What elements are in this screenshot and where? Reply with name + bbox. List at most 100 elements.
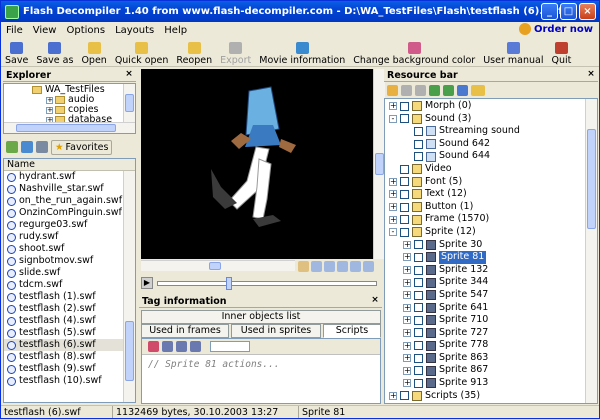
order-now-link[interactable]: Order now [518,23,593,35]
expand-icon[interactable]: + [403,316,411,325]
expand-icon[interactable]: + [403,379,411,388]
expand-icon[interactable]: + [403,354,411,363]
resource-item[interactable]: + Sprite 867 [385,364,597,377]
movie-preview[interactable] [141,69,373,259]
expand-icon[interactable]: + [403,253,411,262]
maximize-button[interactable]: □ [560,3,577,20]
resource-checkbox[interactable] [414,240,423,250]
hand-tool-icon[interactable] [298,260,309,272]
resource-item[interactable]: Streaming sound [385,125,597,138]
resource-tool-3-icon[interactable] [415,84,426,96]
menu-layouts[interactable]: Layouts [110,25,159,36]
save-as-button[interactable]: Save as [32,42,77,66]
expand-icon[interactable]: + [46,106,53,114]
menu-file[interactable]: File [1,25,28,36]
resource-item[interactable]: + Sprite 863 [385,352,597,365]
file-list-item[interactable]: testflash (6).swf [4,339,135,351]
file-list-item[interactable]: testflash (1).swf [4,291,135,303]
resource-checkbox[interactable] [414,328,423,338]
file-list-item[interactable]: testflash (10).swf [4,375,135,387]
expand-icon[interactable]: + [403,240,411,249]
expand-icon[interactable]: + [46,96,53,104]
expand-icon[interactable]: + [389,190,397,199]
favorites-button[interactable]: ★ Favorites [51,139,113,155]
expand-icon[interactable]: + [389,177,397,186]
resource-item[interactable]: + Morph (0) [385,100,597,113]
resource-item[interactable]: + Sprite 778 [385,339,597,352]
resource-item[interactable]: + Sprite 132 [385,264,597,277]
file-list-item[interactable]: slide.swf [4,267,135,279]
timeline-slider[interactable] [157,276,377,290]
script-text[interactable]: // Sprite 81 actions... [142,355,380,374]
resource-checkbox[interactable] [414,265,423,275]
resource-checkbox[interactable] [414,353,423,363]
resource-item[interactable]: + Sprite 81 [385,251,597,264]
resource-checkbox[interactable] [414,139,423,149]
tab-used-in-sprites[interactable]: Used in sprites [231,324,321,338]
save-button[interactable]: Save [1,42,32,66]
resource-item[interactable]: + Sprite 344 [385,276,597,289]
resource-checkbox[interactable] [400,189,409,199]
file-list-item[interactable]: testflash (8).swf [4,351,135,363]
refresh-icon[interactable] [21,141,33,153]
resource-item[interactable]: + Scripts (35) [385,390,597,403]
resource-item[interactable]: + Sprite 727 [385,327,597,340]
resource-checkbox[interactable] [400,391,409,401]
expand-icon[interactable]: + [403,366,411,375]
preview-hscrollbar[interactable] [141,260,295,271]
tree-scrollbar[interactable] [123,84,135,123]
file-list-item[interactable]: shoot.swf [4,243,135,255]
expand-icon[interactable]: + [389,102,397,111]
file-list-scrollbar[interactable] [123,171,135,402]
open-button[interactable]: Open [77,42,110,66]
resource-scrollbar[interactable] [585,99,597,403]
expand-icon[interactable]: + [403,328,411,337]
expand-icon[interactable]: + [389,391,397,400]
minimize-button[interactable]: _ [541,3,558,20]
tab-inner-objects-list[interactable]: Inner objects list [141,310,381,324]
resource-checkbox[interactable] [400,227,409,237]
tree-hscrollbar[interactable] [4,122,135,133]
user-manual-button[interactable]: User manual [479,42,547,66]
resource-tool-2-icon[interactable] [401,84,412,96]
close-resource-bar-icon[interactable]: × [586,70,596,80]
movie-information-button[interactable]: Movie information [255,42,349,66]
quit-button[interactable]: Quit [547,42,575,66]
resource-checkbox[interactable] [414,290,423,300]
export-button[interactable]: Export [216,42,255,66]
zoom-fit-icon[interactable] [337,260,348,272]
resource-checkbox[interactable] [400,177,409,187]
resource-checkbox[interactable] [400,101,409,111]
view-icon[interactable] [36,141,48,153]
resource-tool-6-icon[interactable] [457,84,468,96]
tab-scripts[interactable]: Scripts [323,324,381,338]
resource-item[interactable]: + Button (1) [385,201,597,214]
resource-item[interactable]: + Text (12) [385,188,597,201]
change-background-color-button[interactable]: Change background color [349,42,479,66]
reopen-button[interactable]: Reopen [172,42,216,66]
menu-options[interactable]: Options [61,25,110,36]
resource-checkbox[interactable] [400,215,409,225]
resource-item[interactable]: + Sprite 913 [385,377,597,390]
resource-checkbox[interactable] [414,341,423,351]
expand-icon[interactable]: - [389,228,397,237]
resource-item[interactable]: - Sound (3) [385,113,597,126]
zoom-out-icon[interactable] [324,260,335,272]
expand-icon[interactable]: + [403,303,411,312]
resource-tool-7-icon[interactable] [471,84,485,96]
close-explorer-icon[interactable]: × [124,70,134,80]
file-list-item[interactable]: signbotmov.swf [4,255,135,267]
up-folder-icon[interactable] [6,141,18,153]
close-button[interactable]: × [579,3,596,20]
file-list-item[interactable]: OnzinComPinguin.swf [4,207,135,219]
zoom-actual-icon[interactable] [350,260,361,272]
file-list-item[interactable]: tdcm.swf [4,279,135,291]
file-list-item[interactable]: testflash (5).swf [4,327,135,339]
menu-view[interactable]: View [28,25,62,36]
tab-used-in-frames[interactable]: Used in frames [141,324,229,338]
resource-checkbox[interactable] [414,366,423,376]
resource-item[interactable]: + Sprite 30 [385,239,597,252]
resource-tool-1-icon[interactable] [387,84,398,96]
resource-checkbox[interactable] [414,152,423,162]
file-list-item[interactable]: testflash (4).swf [4,315,135,327]
